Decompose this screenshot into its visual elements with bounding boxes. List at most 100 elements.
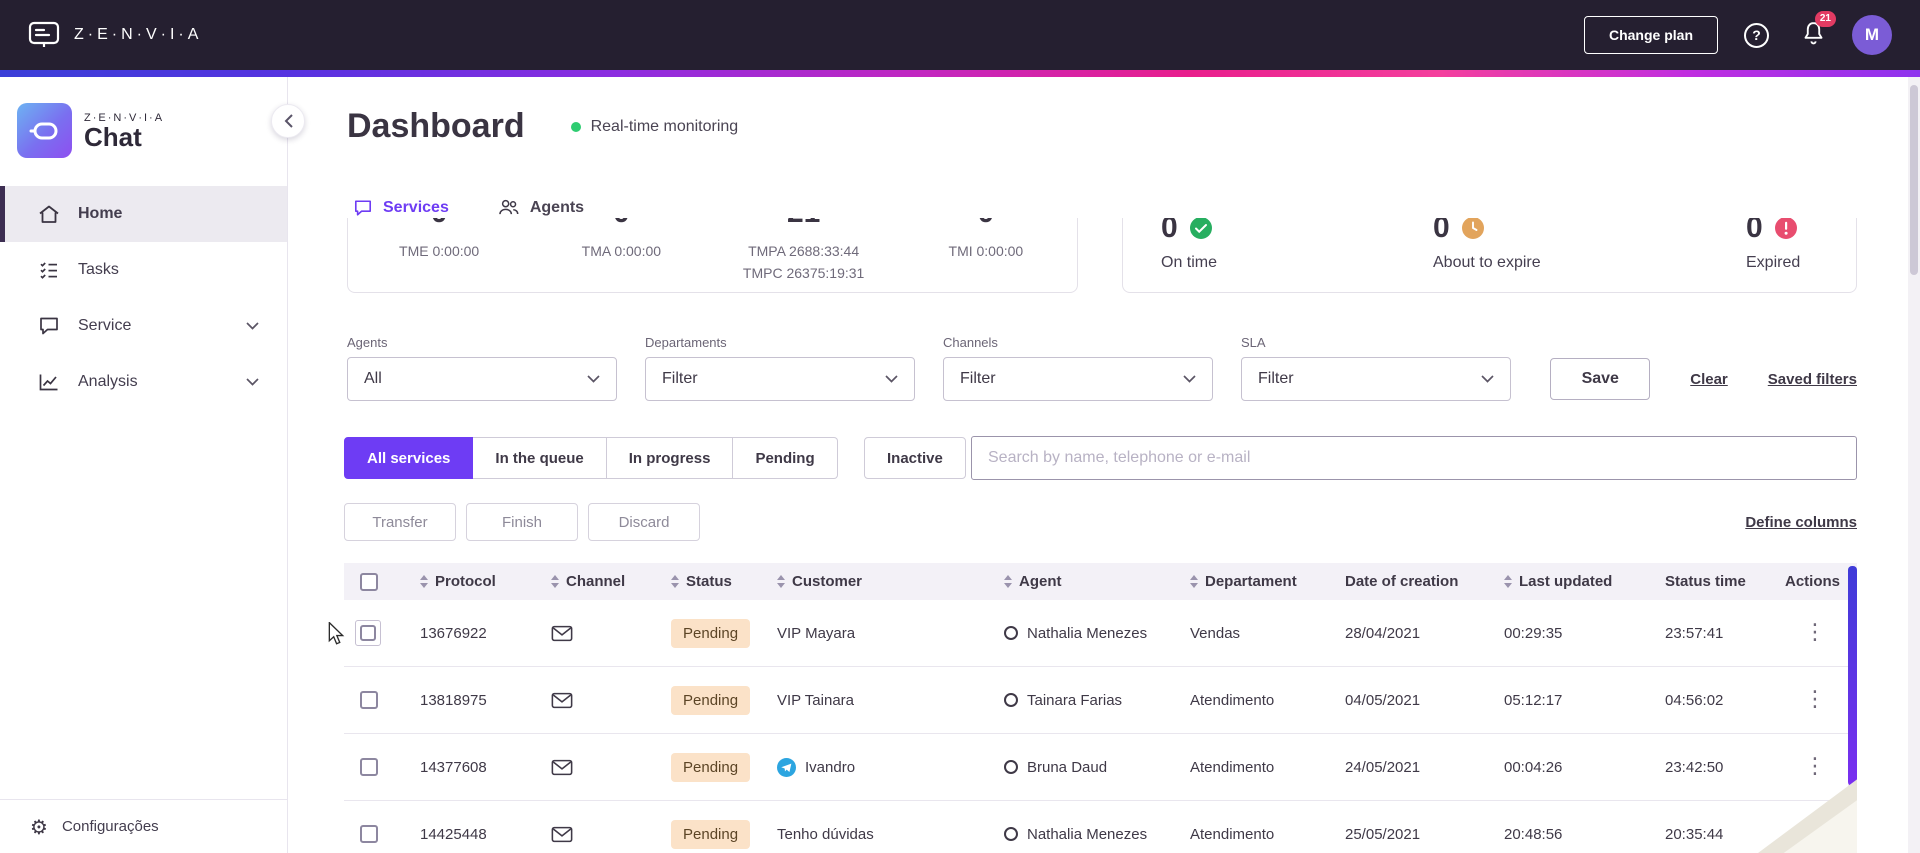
metric-line: TMPA 2688:33:44 xyxy=(748,243,860,259)
tab-in-progress[interactable]: In progress xyxy=(606,437,734,479)
product-logo-texts: Z·E·N·V·I·A Chat xyxy=(84,112,164,150)
sidebar-item-tasks[interactable]: Tasks xyxy=(0,242,287,298)
protocol-cell: 13676922 xyxy=(420,624,487,642)
select-value: Filter xyxy=(960,370,996,387)
col-actions: Actions xyxy=(1773,573,1857,590)
filter-label: Channels xyxy=(943,335,998,350)
main-content: Dashboard Real-time monitoring Services xyxy=(288,77,1920,853)
tab-services-label: Services xyxy=(383,198,449,216)
bulk-actions-row: Transfer Finish Discard Define columns xyxy=(344,503,1857,541)
sla-select[interactable]: Filter xyxy=(1241,357,1511,401)
row-checkbox[interactable] xyxy=(360,625,376,641)
realtime-indicator: Real-time monitoring xyxy=(570,117,739,136)
select-value: All xyxy=(364,370,382,387)
sidebar-collapse-button[interactable] xyxy=(271,104,305,138)
sla-label: About to expire xyxy=(1433,254,1541,271)
updated-cell: 05:12:17 xyxy=(1504,691,1563,709)
sort-customer-icon[interactable] xyxy=(777,575,785,588)
table-scrollbar-thumb[interactable] xyxy=(1848,566,1857,786)
table-row[interactable]: 13676922 Pending VIP Mayara Nathalia Men… xyxy=(344,600,1857,667)
page-scrollbar-thumb[interactable] xyxy=(1910,85,1918,275)
chevron-down-icon xyxy=(587,375,600,383)
select-all-checkbox[interactable] xyxy=(360,572,378,591)
agent-name: Nathalia Menezes xyxy=(1027,624,1148,642)
chevron-down-icon xyxy=(885,375,898,383)
row-checkbox[interactable] xyxy=(360,691,378,709)
change-plan-button[interactable]: Change plan xyxy=(1583,16,1718,54)
tab-inactive[interactable]: Inactive xyxy=(864,437,966,479)
filter-actions: Save Clear Saved filters xyxy=(1550,357,1857,401)
saved-filters-link[interactable]: Saved filters xyxy=(1768,371,1857,388)
sidebar-item-analysis[interactable]: Analysis xyxy=(0,354,287,410)
sidebar-item-service[interactable]: Service xyxy=(0,298,287,354)
filter-label: Agents xyxy=(347,335,388,350)
telegram-icon xyxy=(777,757,796,777)
sort-agent-icon[interactable] xyxy=(1004,575,1012,588)
notifications-button[interactable]: 21 xyxy=(1801,10,1836,51)
filter-agents: Agents All xyxy=(347,335,617,401)
page-scrollbar-track[interactable] xyxy=(1908,77,1920,853)
transfer-button[interactable]: Transfer xyxy=(344,503,456,541)
tab-pending[interactable]: Pending xyxy=(733,437,838,479)
agents-select[interactable]: All xyxy=(347,357,617,401)
col-agent: Agent xyxy=(992,573,1178,590)
status-badge: Pending xyxy=(671,618,751,648)
metric-line: TMI 0:00:00 xyxy=(948,243,1024,259)
customer-name: VIP Mayara xyxy=(777,624,856,642)
user-avatar[interactable]: M xyxy=(1852,15,1892,55)
sort-departament-icon[interactable] xyxy=(1190,575,1198,588)
sort-last-updated-icon[interactable] xyxy=(1504,575,1512,588)
clear-filters-link[interactable]: Clear xyxy=(1690,371,1728,388)
topbar: Z·E·N·V·I·A Change plan ? 21 M xyxy=(0,0,1920,70)
define-columns-link[interactable]: Define columns xyxy=(1745,514,1857,531)
table-row[interactable]: 13818975 Pending VIP Tainara Tainara Far… xyxy=(344,667,1857,734)
channels-select[interactable]: Filter xyxy=(943,357,1213,401)
metric-line: TMA 0:00:00 xyxy=(581,243,662,259)
select-value: Filter xyxy=(1258,370,1294,387)
customer-cell: VIP Mayara xyxy=(765,625,992,642)
metric-line: TMPC 26375:19:31 xyxy=(742,265,865,281)
sidebar-item-home[interactable]: Home xyxy=(0,186,287,242)
zenvia-chat-app: Z·E·N·V·I·A Change plan ? 21 M Z·E·N·V·I… xyxy=(0,0,1920,853)
save-filter-button[interactable]: Save xyxy=(1550,358,1651,400)
chat-logo-icon xyxy=(17,103,72,158)
tasks-icon xyxy=(40,262,57,279)
tab-all-services[interactable]: All services xyxy=(344,437,474,479)
metric-col-progress: 0 TMA 0:00:00 xyxy=(530,218,712,292)
table-row[interactable]: 14377608 Pending Ivandro Bruna Daud Aten… xyxy=(344,734,1857,801)
sort-status-icon[interactable] xyxy=(671,575,679,588)
row-actions-kebab-icon[interactable]: ⋮ xyxy=(1804,689,1826,711)
col-label: Agent xyxy=(1019,573,1062,590)
created-cell: 25/05/2021 xyxy=(1345,825,1421,843)
sla-value: 0 xyxy=(1161,218,1178,244)
notification-count-badge: 21 xyxy=(1814,10,1836,27)
customer-name: VIP Tainara xyxy=(777,691,854,709)
metric-value: 0 xyxy=(895,218,1077,230)
tab-in-the-queue[interactable]: In the queue xyxy=(473,437,607,479)
customer-cell: VIP Tainara xyxy=(765,692,992,709)
departaments-select[interactable]: Filter xyxy=(645,357,915,401)
col-protocol: Protocol xyxy=(408,573,539,590)
help-icon[interactable]: ? xyxy=(1744,22,1769,48)
search-input[interactable] xyxy=(971,436,1857,480)
sidebar-settings[interactable]: ⚙ Configurações xyxy=(0,799,287,853)
row-checkbox[interactable] xyxy=(360,825,378,843)
sort-channel-icon[interactable] xyxy=(551,575,559,588)
discard-button[interactable]: Discard xyxy=(588,503,700,541)
service-state-tabs: All services In the queue In progress Pe… xyxy=(344,437,838,479)
home-icon xyxy=(39,205,59,223)
row-actions-kebab-icon[interactable]: ⋮ xyxy=(1804,622,1826,644)
sort-protocol-icon[interactable] xyxy=(420,575,428,588)
metric-line: TME 0:00:00 xyxy=(399,243,480,259)
finish-button[interactable]: Finish xyxy=(466,503,578,541)
realtime-label: Real-time monitoring xyxy=(590,117,739,135)
filter-sla: SLA Filter xyxy=(1241,335,1511,401)
row-checkbox[interactable] xyxy=(360,758,378,776)
updated-cell: 00:29:35 xyxy=(1504,624,1563,642)
table-row[interactable]: 14425448 Pending Tenho dúvidas Nathalia … xyxy=(344,801,1857,853)
channel-cell xyxy=(539,826,659,843)
col-label: Status time xyxy=(1665,573,1746,590)
table-header: Protocol Channel Status Customer Agent D… xyxy=(344,563,1857,600)
agent-status-icon xyxy=(1004,827,1018,841)
agent-status-icon xyxy=(1004,760,1018,774)
